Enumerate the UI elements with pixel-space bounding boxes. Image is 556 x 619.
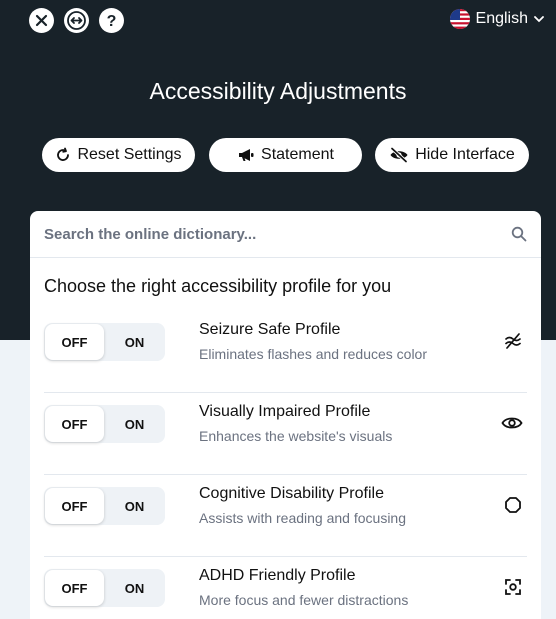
profile-toggle[interactable]: OFF ON [44, 569, 165, 607]
language-label: English [475, 10, 528, 27]
toggle-on-option[interactable]: ON [104, 405, 165, 443]
profile-row-visually-impaired: OFF ON Visually Impaired Profile Enhance… [44, 393, 527, 475]
profile-toggle[interactable]: OFF ON [44, 323, 165, 361]
help-button[interactable]: ? [99, 8, 124, 33]
language-selector[interactable]: English [449, 9, 544, 29]
search-bar[interactable]: Search the online dictionary... [30, 211, 541, 258]
profile-description: Eliminates flashes and reduces color [199, 346, 428, 362]
focus-frame-icon [505, 579, 521, 595]
reset-settings-button[interactable]: Reset Settings [42, 138, 195, 172]
wave-lines-icon [505, 333, 521, 349]
megaphone-icon [239, 149, 254, 161]
profile-toggle[interactable]: OFF ON [44, 487, 165, 525]
svg-text:?: ? [107, 13, 117, 30]
hide-interface-label: Hide Interface [415, 146, 515, 163]
window-controls: ? [29, 8, 124, 33]
help-icon: ? [107, 13, 117, 30]
search-icon[interactable] [511, 226, 527, 242]
profile-description: Enhances the website's visuals [199, 428, 393, 444]
close-button[interactable] [29, 8, 54, 33]
chevron-down-icon [534, 16, 544, 23]
profile-row-cognitive-disability: OFF ON Cognitive Disability Profile Assi… [44, 475, 527, 557]
toggle-on-option[interactable]: ON [104, 569, 165, 607]
resize-button[interactable] [64, 8, 89, 33]
profile-title: ADHD Friendly Profile [199, 567, 356, 584]
eye-slash-icon [390, 147, 408, 163]
statement-label: Statement [261, 146, 334, 163]
profiles-card: Search the online dictionary... Choose t… [30, 211, 541, 619]
eye-icon [501, 417, 523, 429]
profile-title: Seizure Safe Profile [199, 321, 341, 338]
toggle-off-option[interactable]: OFF [45, 406, 104, 442]
profile-description: More focus and fewer distractions [199, 592, 409, 608]
toggle-off-option[interactable]: OFF [45, 570, 104, 606]
toggle-on-option[interactable]: ON [104, 323, 165, 361]
page-title: Accessibility Adjustments [149, 78, 407, 104]
profile-toggle[interactable]: OFF ON [44, 405, 165, 443]
search-placeholder[interactable]: Search the online dictionary... [44, 226, 256, 243]
toggle-on-option[interactable]: ON [104, 487, 165, 525]
profile-row-seizure-safe: OFF ON Seizure Safe Profile Eliminates f… [44, 311, 527, 393]
us-flag-icon [449, 9, 470, 29]
octagon-icon [505, 497, 521, 513]
statement-button[interactable]: Statement [209, 138, 362, 172]
hide-interface-button[interactable]: Hide Interface [375, 138, 529, 172]
profile-description: Assists with reading and focusing [199, 510, 406, 526]
profile-title: Visually Impaired Profile [199, 403, 371, 420]
profile-title: Cognitive Disability Profile [199, 485, 384, 502]
reset-settings-label: Reset Settings [77, 146, 182, 163]
reset-icon [57, 147, 70, 161]
toggle-off-option[interactable]: OFF [45, 488, 104, 524]
profile-row-adhd-friendly: OFF ON ADHD Friendly Profile More focus … [44, 557, 527, 619]
horizontal-arrows-icon [67, 11, 86, 30]
close-icon [35, 14, 48, 27]
toggle-off-option[interactable]: OFF [45, 324, 104, 360]
profiles-heading: Choose the right accessibility profile f… [44, 276, 392, 296]
